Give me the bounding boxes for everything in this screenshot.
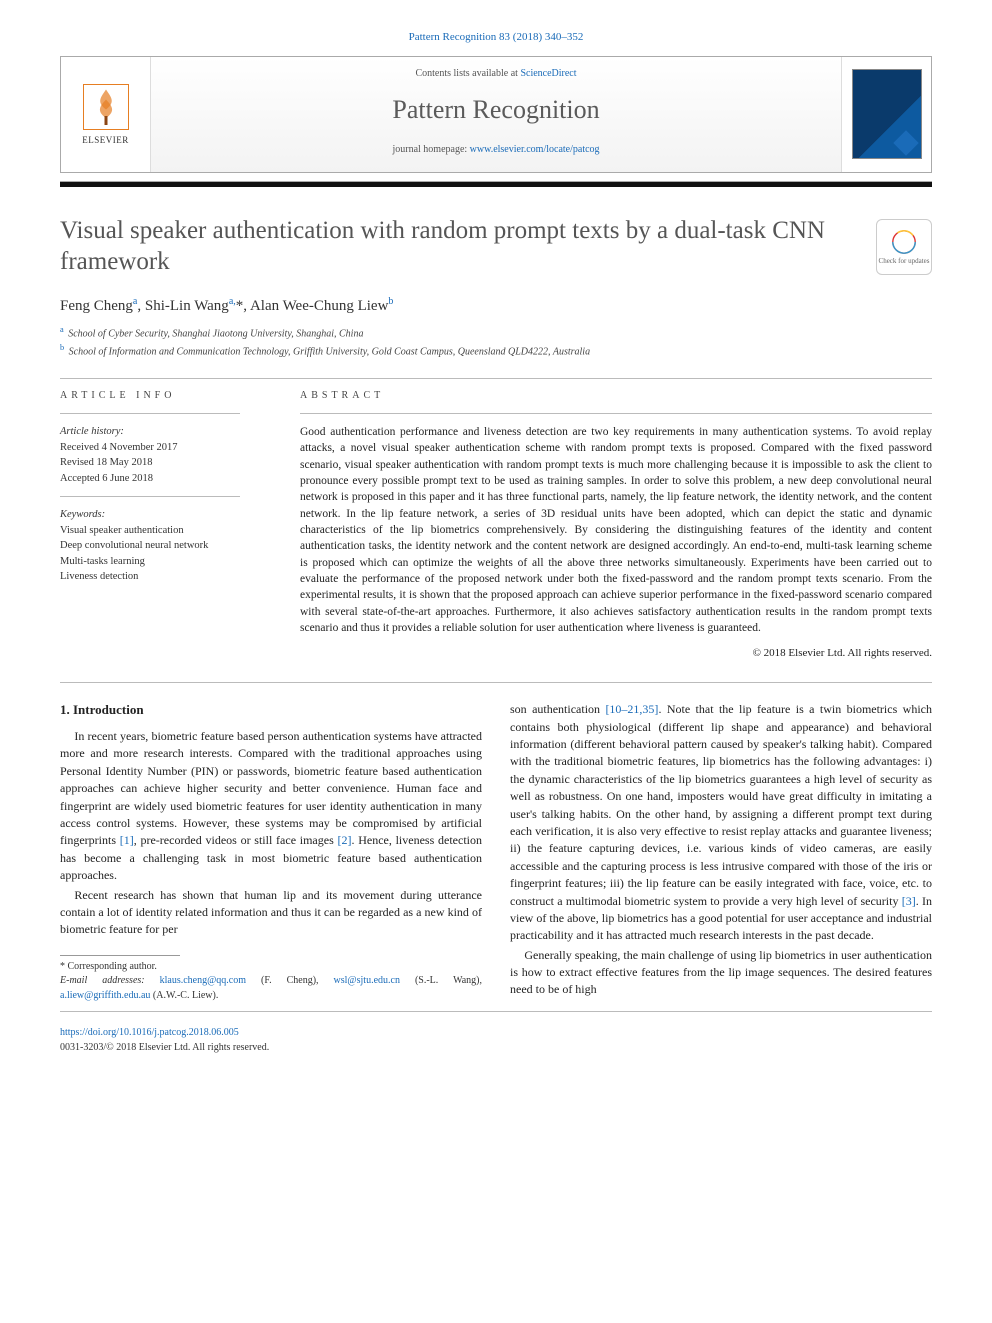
info-divider <box>60 413 240 414</box>
affiliation-line: b School of Information and Communicatio… <box>60 342 932 360</box>
authors-line: Feng Chenga, Shi-Lin Wanga,*, Alan Wee-C… <box>60 295 932 318</box>
publisher-logo-cell: ELSEVIER <box>61 57 151 172</box>
abstract-divider <box>300 413 932 414</box>
journal-homepage-line: journal homepage: www.elsevier.com/locat… <box>161 143 831 158</box>
footnote-divider <box>60 955 180 956</box>
issn-copyright-line: 0031-3203/© 2018 Elsevier Ltd. All right… <box>60 1041 932 1056</box>
body-paragraph: Generally speaking, the main challenge o… <box>510 947 932 999</box>
affiliations: a School of Cyber Security, Shanghai Jia… <box>60 324 932 360</box>
article-body: 1. Introduction In recent years, biometr… <box>60 701 932 1003</box>
sciencedirect-link[interactable]: ScienceDirect <box>520 68 576 79</box>
info-divider <box>60 496 240 497</box>
body-paragraph: Recent research has shown that human lip… <box>60 887 482 939</box>
publisher-name: ELSEVIER <box>82 134 129 147</box>
section-divider <box>60 682 932 683</box>
footer-divider <box>60 1011 932 1012</box>
homepage-prefix: journal homepage: <box>392 144 469 155</box>
divider-bar <box>60 181 932 187</box>
journal-cover-cell <box>841 57 931 172</box>
article-info-heading: ARTICLE INFO <box>60 389 270 404</box>
contents-prefix: Contents lists available at <box>415 68 520 79</box>
crossmark-icon <box>890 228 918 256</box>
email-addresses-line: E-mail addresses: klaus.cheng@qq.com (F.… <box>60 974 482 1003</box>
keyword-item: Multi-tasks learning <box>60 554 270 569</box>
journal-header-box: ELSEVIER Contents lists available at Sci… <box>60 56 932 173</box>
email-link[interactable]: a.liew@griffith.edu.au <box>60 990 150 1001</box>
affiliation-line: a School of Cyber Security, Shanghai Jia… <box>60 324 932 342</box>
abstract-text: Good authentication performance and live… <box>300 424 932 636</box>
corresponding-author-note: * Corresponding author. <box>60 960 482 975</box>
keyword-item: Visual speaker authentication <box>60 523 270 538</box>
history-label: Article history: <box>60 424 270 439</box>
abstract-heading: ABSTRACT <box>300 389 932 404</box>
contents-available-line: Contents lists available at ScienceDirec… <box>161 67 831 82</box>
email-link[interactable]: klaus.cheng@qq.com <box>160 975 246 986</box>
email-link[interactable]: wsl@sjtu.edu.cn <box>334 975 400 986</box>
elsevier-tree-icon <box>81 82 131 132</box>
footnotes-block: * Corresponding author. E-mail addresses… <box>60 960 482 1004</box>
check-for-updates-badge[interactable]: Check for updates <box>876 219 932 275</box>
keywords-label: Keywords: <box>60 507 270 522</box>
citation-link[interactable]: [10–21,35] <box>605 702 658 716</box>
revised-date: Revised 18 May 2018 <box>60 455 270 470</box>
journal-name: Pattern Recognition <box>161 91 831 129</box>
keywords-block: Keywords: Visual speaker authenticationD… <box>60 507 270 584</box>
header-citation: Pattern Recognition 83 (2018) 340–352 <box>60 30 932 46</box>
section-divider <box>60 378 932 379</box>
journal-homepage-link[interactable]: www.elsevier.com/locate/patcog <box>470 144 600 155</box>
article-history-block: Article history: Received 4 November 201… <box>60 424 270 486</box>
journal-cover-thumbnail <box>852 69 922 159</box>
body-paragraph: son authentication [10–21,35]. Note that… <box>510 701 932 944</box>
citation-link[interactable]: [2] <box>337 833 351 847</box>
article-title: Visual speaker authentication with rando… <box>60 215 864 278</box>
citation-link[interactable]: [3] <box>902 894 916 908</box>
doi-link[interactable]: https://doi.org/10.1016/j.patcog.2018.06… <box>60 1027 239 1038</box>
citation-link[interactable]: [1] <box>120 833 134 847</box>
journal-title-cell: Contents lists available at ScienceDirec… <box>151 57 841 172</box>
abstract-copyright: © 2018 Elsevier Ltd. All rights reserved… <box>300 646 932 662</box>
check-badge-label: Check for updates <box>879 256 930 266</box>
keyword-item: Deep convolutional neural network <box>60 538 270 553</box>
page-footer: https://doi.org/10.1016/j.patcog.2018.06… <box>60 1026 932 1055</box>
received-date: Received 4 November 2017 <box>60 440 270 455</box>
section-heading-introduction: 1. Introduction <box>60 701 482 720</box>
keyword-item: Liveness detection <box>60 569 270 584</box>
accepted-date: Accepted 6 June 2018 <box>60 471 270 486</box>
body-paragraph: In recent years, biometric feature based… <box>60 728 482 885</box>
